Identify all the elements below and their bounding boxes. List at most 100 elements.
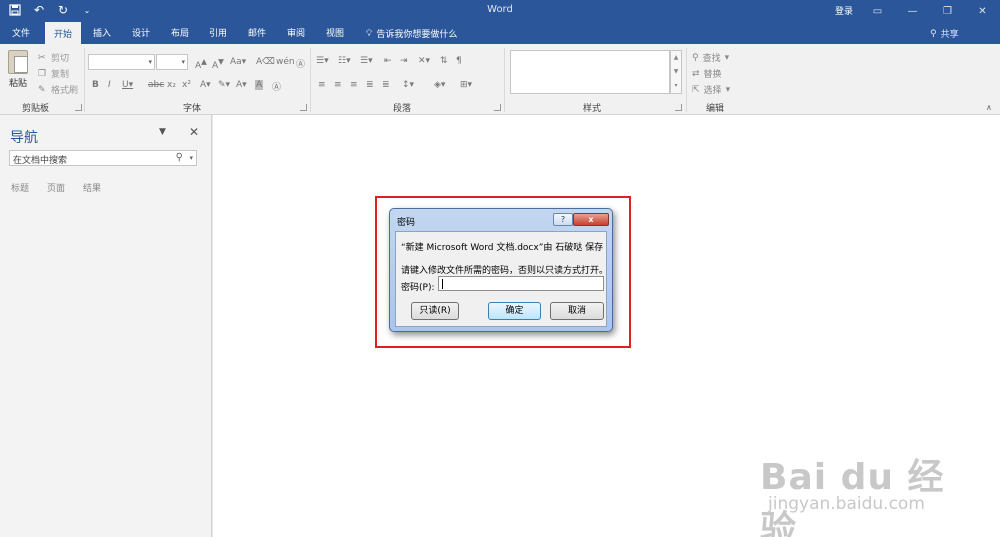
copy-button[interactable]: ❐ 复制	[38, 67, 69, 81]
password-label: 密码(P):	[401, 283, 435, 293]
highlight-icon[interactable]: ✎▾	[218, 80, 230, 90]
find-label: 查找	[702, 54, 721, 64]
decrease-indent-icon[interactable]: ⇤	[384, 56, 392, 66]
tab-references[interactable]: 引用	[209, 26, 227, 39]
grow-font-icon[interactable]: A▲	[195, 57, 207, 71]
replace-button[interactable]: ⇄ 替换	[692, 67, 722, 81]
bold-icon[interactable]: B	[92, 80, 99, 90]
align-right-icon[interactable]: ≡	[350, 80, 358, 90]
superscript-icon[interactable]: x²	[182, 80, 191, 90]
clipboard-launcher-icon[interactable]	[75, 104, 82, 111]
share-label: 共享	[940, 30, 959, 40]
font-size-box[interactable]: ▾	[156, 54, 188, 70]
close-icon[interactable]: ✕	[965, 0, 1000, 22]
paragraph-launcher-icon[interactable]	[494, 104, 501, 111]
tab-review[interactable]: 审阅	[287, 26, 305, 39]
nav-search-input[interactable]: 在文档中搜索 ⚲ ▾	[9, 150, 197, 166]
ribbon-tab-bar: 文件 开始 插入 设计 布局 引用 邮件 审阅 视图 💡︎ 告诉我你想要做什么 …	[0, 22, 1000, 44]
tab-insert[interactable]: 插入	[93, 26, 111, 39]
chevron-down-icon[interactable]: ▼	[159, 127, 166, 137]
char-shading-icon[interactable]: A	[255, 80, 264, 90]
find-button[interactable]: ⚲ 查找 ▾	[692, 51, 730, 65]
ribbon-display-icon[interactable]: ▭	[860, 0, 895, 22]
ok-button[interactable]: 确定	[488, 302, 541, 320]
font-color-icon[interactable]: A▾	[236, 80, 247, 90]
tell-me-box[interactable]: 💡︎ 告诉我你想要做什么	[366, 27, 457, 41]
multilevel-list-icon[interactable]: ☰▾	[360, 56, 373, 66]
help-icon[interactable]: ?	[553, 213, 573, 226]
person-icon: ⚲	[930, 28, 937, 39]
numbering-icon[interactable]: ☷▾	[338, 56, 351, 66]
italic-icon[interactable]: I	[108, 80, 111, 90]
chevron-down-icon: ▾	[724, 52, 730, 63]
phonetic-guide-icon[interactable]: wén	[276, 57, 295, 67]
styles-scroll[interactable]: ▲ ▼ ▾	[670, 50, 682, 94]
readonly-button[interactable]: 只读(R)	[411, 302, 459, 320]
restore-icon[interactable]: ❐	[930, 0, 965, 22]
line-spacing-icon[interactable]: ↕▾	[402, 80, 414, 90]
password-input[interactable]	[438, 276, 604, 291]
shrink-font-icon[interactable]: A▼	[212, 57, 224, 71]
collapse-ribbon-icon[interactable]: ∧	[986, 103, 992, 112]
nav-tab-headings[interactable]: 标题	[11, 181, 29, 194]
replace-label: 替换	[703, 70, 722, 80]
title-bar: ↶ ↻ ⌄ Word 登录 ▭ — ❐ ✕	[0, 0, 1000, 22]
nav-tab-pages[interactable]: 页面	[47, 181, 65, 194]
dialog-title: 密码	[397, 218, 416, 228]
distributed-icon[interactable]: ≣	[382, 80, 390, 90]
change-case-icon[interactable]: Aa▾	[230, 57, 246, 67]
chevron-down-icon[interactable]: ▾	[189, 154, 193, 162]
tab-view[interactable]: 视图	[326, 26, 344, 39]
shading-icon[interactable]: ◈▾	[434, 80, 445, 90]
nav-tab-results[interactable]: 结果	[83, 181, 101, 194]
password-dialog: 密码 ? x “新建 Microsoft Word 文档.docx”由 石破哒 …	[389, 208, 613, 332]
close-icon[interactable]: ✕	[189, 125, 199, 139]
paste-icon[interactable]	[8, 50, 28, 74]
chinese-layout-icon[interactable]: ✕▾	[418, 56, 430, 66]
font-name-box[interactable]: ▾	[88, 54, 155, 70]
separator	[686, 48, 687, 112]
minimize-icon[interactable]: —	[895, 0, 930, 22]
char-border-icon[interactable]: Ⓐ	[272, 80, 281, 93]
justify-icon[interactable]: ≣	[366, 80, 374, 90]
search-icon: ⚲	[692, 52, 699, 63]
format-painter-label: 格式刷	[51, 86, 79, 96]
underline-icon[interactable]: U▾	[122, 80, 133, 90]
chevron-down-icon: ▾	[181, 58, 185, 66]
dialog-close-icon[interactable]: x	[573, 213, 609, 226]
tab-mailings[interactable]: 邮件	[248, 26, 266, 39]
subscript-icon[interactable]: x₂	[167, 80, 176, 90]
nav-search-placeholder: 在文档中搜索	[13, 156, 68, 166]
cut-button[interactable]: ✂ 剪切	[38, 51, 69, 65]
enclose-char-icon[interactable]: Ⓐ	[296, 57, 305, 70]
strikethrough-icon[interactable]: abc	[148, 80, 164, 90]
watermark-brand: Bai du 经验	[760, 457, 945, 537]
tab-design[interactable]: 设计	[132, 26, 150, 39]
font-launcher-icon[interactable]	[300, 104, 307, 111]
share-button[interactable]: ⚲ 共享	[930, 27, 959, 41]
align-left-icon[interactable]: ≡	[318, 80, 326, 90]
format-painter-button[interactable]: ✎ 格式刷	[38, 83, 79, 97]
search-icon[interactable]: ⚲	[176, 152, 183, 163]
sort-icon[interactable]: ⇅	[440, 56, 448, 66]
paste-button-label[interactable]: 粘贴	[9, 76, 27, 89]
ribbon: 粘贴 ✂ 剪切 ❐ 复制 ✎ 格式刷 剪贴板 ▾ ▾ A▲ A▼ Aa▾ A⌫ wén…	[0, 44, 1000, 115]
show-marks-icon[interactable]: ¶	[456, 56, 462, 66]
tab-file[interactable]: 文件	[12, 26, 30, 39]
copy-icon: ❐	[38, 68, 47, 79]
text-effects-icon[interactable]: A▾	[200, 80, 211, 90]
clear-format-icon[interactable]: A⌫	[256, 57, 275, 67]
tab-layout[interactable]: 布局	[171, 26, 189, 39]
styles-gallery[interactable]	[510, 50, 670, 94]
align-center-icon[interactable]: ≡	[334, 80, 342, 90]
separator	[310, 48, 311, 112]
styles-launcher-icon[interactable]	[675, 104, 682, 111]
select-button[interactable]: ⇱ 选择 ▾	[692, 83, 730, 97]
bullets-icon[interactable]: ☰▾	[316, 56, 329, 66]
increase-indent-icon[interactable]: ⇥	[400, 56, 408, 66]
tab-home[interactable]: 开始	[45, 22, 82, 44]
cancel-button[interactable]: 取消	[550, 302, 604, 320]
borders-icon[interactable]: ⊞▾	[460, 80, 472, 90]
login-link[interactable]: 登录	[835, 4, 853, 17]
dialog-body: “新建 Microsoft Word 文档.docx”由 石破哒 保存 请键入修…	[395, 231, 608, 327]
